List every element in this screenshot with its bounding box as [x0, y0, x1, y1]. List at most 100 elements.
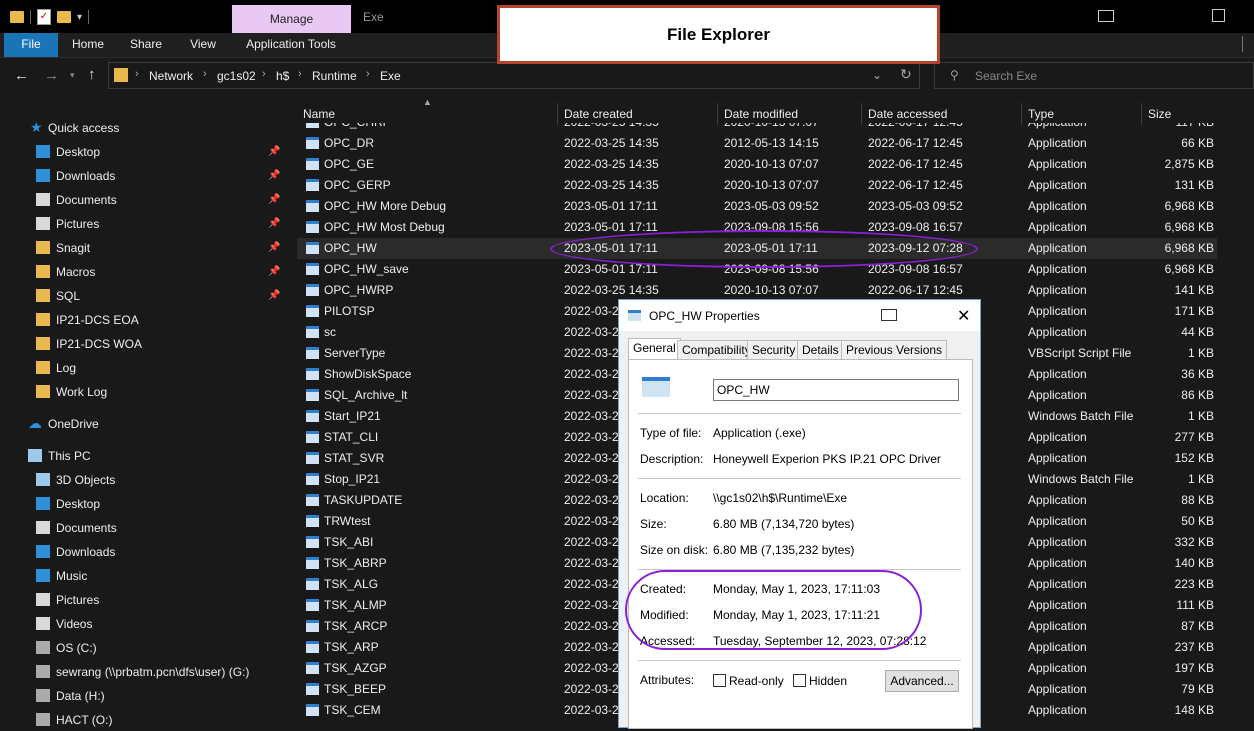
file-name-field[interactable]: OPC_HW — [713, 379, 959, 401]
application-icon — [306, 515, 319, 527]
up-icon[interactable]: ↑ — [88, 66, 96, 83]
refresh-icon[interactable]: ↻ — [900, 66, 912, 83]
hidden-checkbox[interactable] — [793, 674, 806, 687]
recent-locations-icon[interactable]: ▾ — [70, 70, 75, 81]
nav-label: Quick access — [48, 121, 120, 135]
column-type[interactable]: Type — [1022, 103, 1142, 125]
nav-label: OS (C:) — [56, 641, 97, 655]
forward-icon[interactable]: → — [44, 67, 59, 84]
size-value: 6.80 MB (7,134,720 bytes) — [713, 517, 855, 531]
pin-icon[interactable]: 📌 — [268, 146, 280, 157]
chevron-right-icon[interactable]: › — [203, 68, 207, 80]
chevron-right-icon[interactable]: › — [135, 68, 139, 80]
tab-application-tools[interactable]: Application Tools — [240, 33, 342, 57]
application-icon — [306, 662, 319, 674]
divider — [638, 478, 961, 479]
nav-label: Macros — [56, 265, 96, 279]
pin-icon[interactable]: 📌 — [268, 170, 280, 181]
pin-icon[interactable]: 📌 — [268, 194, 280, 205]
date-created: 2022-03-25 — [564, 451, 626, 465]
tab-home[interactable]: Home — [66, 33, 110, 57]
column-size[interactable]: Size — [1142, 103, 1242, 125]
highlight-ellipse — [625, 570, 922, 650]
file-type: Application — [1028, 388, 1087, 402]
column-date-created[interactable]: Date created — [558, 103, 718, 125]
file-name: TSK_ABI — [324, 535, 374, 549]
pin-icon[interactable]: 📌 — [268, 242, 280, 253]
advanced-button[interactable]: Advanced... — [885, 670, 959, 692]
read-only-checkbox[interactable] — [713, 674, 726, 687]
maximize-icon[interactable] — [1212, 9, 1225, 22]
tab-file[interactable]: File — [4, 33, 58, 57]
folder-icon[interactable] — [10, 11, 24, 23]
breadcrumb-gc1s02[interactable]: gc1s02 — [217, 69, 256, 83]
file-type: Application — [1028, 178, 1087, 192]
column-date-accessed[interactable]: Date accessed — [862, 103, 1022, 125]
size-on-disk-label: Size on disk: — [640, 543, 709, 557]
properties-icon[interactable]: ✓ — [37, 9, 51, 25]
tab-share[interactable]: Share — [124, 33, 168, 57]
tab-compatibility[interactable]: Compatibility — [677, 340, 756, 359]
minimize-icon[interactable] — [1160, 6, 1174, 20]
breadcrumb-runtime[interactable]: Runtime — [312, 69, 357, 83]
application-icon — [306, 578, 319, 590]
quick-access-toolbar: ✓ ▾ — [10, 8, 90, 26]
desktop-icon — [36, 497, 50, 510]
nav-label: Downloads — [56, 169, 116, 183]
file-size: 50 KB — [1181, 514, 1214, 528]
breadcrumb-h[interactable]: h$ — [276, 69, 289, 83]
separator — [30, 10, 31, 24]
chevron-down-icon[interactable]: ⌄ — [872, 68, 882, 82]
breadcrumb-exe[interactable]: Exe — [380, 69, 401, 83]
nav-label: Data (H:) — [56, 689, 105, 703]
tab-previous-versions[interactable]: Previous Versions — [841, 340, 948, 359]
window-title: Exe — [363, 10, 384, 24]
application-icon — [306, 641, 319, 653]
new-folder-icon[interactable] — [57, 11, 71, 23]
location-label: Location: — [640, 491, 689, 505]
tab-general[interactable]: General — [628, 338, 681, 360]
file-type: Application — [1028, 325, 1087, 339]
table-row[interactable]: OPC_GE 2022-03-25 14:35 2020-10-13 07:07 20… — [297, 154, 1217, 175]
file-name: TSK_ALG — [324, 577, 379, 591]
tab-security[interactable]: Security — [747, 340, 801, 359]
application-icon — [642, 377, 670, 397]
pin-icon[interactable]: 📌 — [268, 266, 280, 277]
date-created: 2022-03-25 — [564, 430, 626, 444]
manage-contextual-tab[interactable]: Manage — [232, 5, 351, 33]
chevron-right-icon[interactable]: › — [262, 68, 266, 80]
application-icon — [306, 221, 319, 233]
tab-view[interactable]: View — [181, 33, 225, 57]
file-size: 6,968 KB — [1164, 262, 1214, 276]
pin-icon[interactable]: 📌 — [268, 218, 280, 229]
customize-toolbar-icon[interactable]: ▾ — [77, 12, 82, 23]
window-icon[interactable] — [881, 309, 897, 321]
column-date-modified[interactable]: Date modified — [718, 103, 862, 125]
file-size: 237 KB — [1174, 640, 1214, 654]
table-row[interactable]: OPC_HW More Debug 2023-05-01 17:11 2023-05… — [297, 196, 1217, 217]
size-label: Size: — [640, 517, 667, 531]
file-name: SQL_Archive_lt — [324, 388, 408, 402]
file-type: Application — [1028, 703, 1087, 717]
file-type: Application — [1028, 123, 1087, 133]
file-type: Application — [1028, 682, 1087, 696]
pin-icon[interactable]: 📌 — [268, 290, 280, 301]
table-row[interactable]: OPC_GERP 2022-03-25 14:35 2020-10-13 07:07… — [297, 175, 1217, 196]
close-icon[interactable]: ✕ — [957, 306, 970, 326]
file-type: Application — [1028, 577, 1087, 591]
breadcrumb-network[interactable]: Network — [149, 69, 193, 83]
file-size: 141 KB — [1174, 283, 1214, 297]
date-created: 2022-03-25 — [564, 682, 626, 696]
table-row[interactable]: OPC_HWRP 2022-03-25 14:35 2020-10-13 07:07… — [297, 280, 1217, 301]
table-row[interactable]: OPC_CHRP 2022-03-25 14:35 2020-10-13 07:07… — [297, 123, 1217, 133]
file-size: 171 KB — [1174, 304, 1214, 318]
nav-label: Desktop — [56, 497, 101, 511]
chevron-right-icon[interactable]: › — [298, 68, 302, 80]
chevron-right-icon[interactable]: › — [366, 68, 370, 80]
back-icon[interactable]: ← — [14, 67, 29, 84]
tab-details[interactable]: Details — [797, 340, 844, 359]
scrollbar[interactable] — [1243, 98, 1254, 728]
table-row[interactable]: OPC_DR 2022-03-25 14:35 2012-05-13 14:15 20… — [297, 133, 1217, 154]
ribbon-expand-icon[interactable] — [1242, 36, 1253, 52]
restore-icon[interactable] — [1098, 10, 1114, 22]
